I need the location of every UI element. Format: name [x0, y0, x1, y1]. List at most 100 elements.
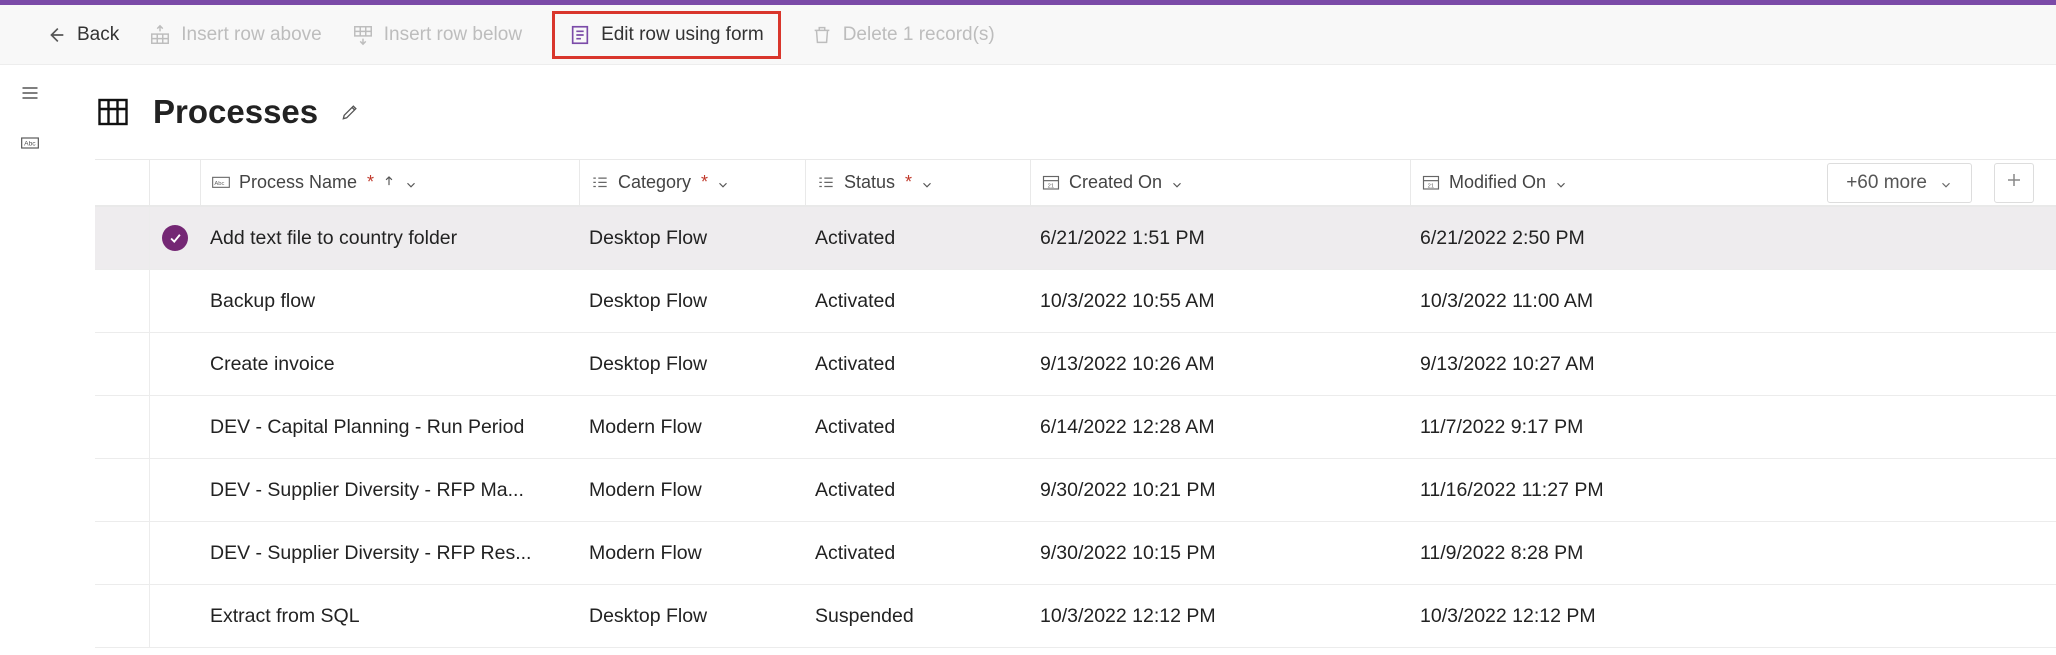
cell-status[interactable]: Activated — [805, 227, 1030, 250]
row-selector[interactable] — [150, 207, 200, 269]
add-column-button[interactable] — [1994, 163, 2034, 203]
row-selector[interactable] — [150, 396, 200, 458]
cell-modified-on[interactable]: 10/3/2022 12:12 PM — [1410, 605, 2056, 628]
cell-category[interactable]: Desktop Flow — [579, 605, 805, 628]
required-asterisk: * — [905, 172, 912, 193]
cell-created-on[interactable]: 10/3/2022 10:55 AM — [1030, 290, 1410, 313]
row-handle[interactable] — [95, 207, 150, 269]
chevron-down-icon[interactable] — [1554, 176, 1568, 190]
edit-title-icon[interactable] — [340, 102, 360, 122]
cell-category[interactable]: Modern Flow — [579, 416, 805, 439]
hamburger-icon[interactable] — [20, 83, 40, 103]
insert-row-above-button[interactable]: Insert row above — [149, 24, 321, 46]
back-button[interactable]: Back — [45, 24, 119, 46]
cell-created-on[interactable]: 6/21/2022 1:51 PM — [1030, 227, 1410, 250]
cell-status[interactable]: Activated — [805, 290, 1030, 313]
cell-modified-on[interactable]: 9/13/2022 10:27 AM — [1410, 353, 2056, 376]
cell-modified-on[interactable]: 11/7/2022 9:17 PM — [1410, 416, 2056, 439]
table-row[interactable]: DEV - Capital Planning - Run PeriodModer… — [95, 396, 2056, 459]
row-selector[interactable] — [150, 270, 200, 332]
delete-records-button[interactable]: Delete 1 record(s) — [811, 24, 995, 46]
arrow-left-icon — [45, 24, 67, 46]
table-row[interactable]: Create invoiceDesktop FlowActivated9/13/… — [95, 333, 2056, 396]
chevron-down-icon[interactable] — [1170, 176, 1184, 190]
insert-above-icon — [149, 24, 171, 46]
table-row[interactable]: Add text file to country folderDesktop F… — [95, 207, 2056, 270]
cell-created-on[interactable]: 9/30/2022 10:15 PM — [1030, 542, 1410, 565]
delete-label: Delete 1 record(s) — [843, 24, 995, 46]
text-abc-icon[interactable]: Abc — [20, 133, 40, 153]
cell-category[interactable]: Modern Flow — [579, 479, 805, 502]
cell-modified-on[interactable]: 11/16/2022 11:27 PM — [1410, 479, 2056, 502]
row-selector[interactable] — [150, 522, 200, 584]
cell-category[interactable]: Desktop Flow — [579, 290, 805, 313]
table-row[interactable]: DEV - Supplier Diversity - RFP Res...Mod… — [95, 522, 2056, 585]
table-row[interactable]: Extract from SQLDesktop FlowSuspended10/… — [95, 585, 2056, 648]
cell-process-name[interactable]: DEV - Capital Planning - Run Period — [200, 416, 579, 439]
row-handle[interactable] — [95, 585, 150, 647]
cell-process-name[interactable]: DEV - Supplier Diversity - RFP Ma... — [200, 479, 579, 502]
cell-category[interactable]: Desktop Flow — [579, 353, 805, 376]
cell-created-on[interactable]: 10/3/2022 12:12 PM — [1030, 605, 1410, 628]
row-handle[interactable] — [95, 522, 150, 584]
insert-row-below-button[interactable]: Insert row below — [352, 24, 522, 46]
svg-text:21: 21 — [1048, 183, 1054, 189]
cell-process-name[interactable]: Create invoice — [200, 353, 579, 376]
calendar-icon: 21 — [1041, 174, 1061, 192]
cell-created-on[interactable]: 9/30/2022 10:21 PM — [1030, 479, 1410, 502]
row-handle[interactable] — [95, 270, 150, 332]
sort-asc-icon — [382, 172, 396, 193]
cell-process-name[interactable]: DEV - Supplier Diversity - RFP Res... — [200, 542, 579, 565]
table-icon — [95, 94, 131, 130]
column-modified-label: Modified On — [1449, 172, 1546, 193]
cell-process-name[interactable]: Add text file to country folder — [200, 227, 579, 250]
row-selector[interactable] — [150, 459, 200, 521]
row-handle[interactable] — [95, 396, 150, 458]
edit-row-form-button[interactable]: Edit row using form — [552, 11, 781, 59]
cell-category[interactable]: Desktop Flow — [579, 227, 805, 250]
chevron-down-icon[interactable] — [404, 176, 418, 190]
cell-process-name[interactable]: Extract from SQL — [200, 605, 579, 628]
cell-status[interactable]: Suspended — [805, 605, 1030, 628]
required-asterisk: * — [367, 172, 374, 193]
row-handle[interactable] — [95, 333, 150, 395]
chevron-down-icon[interactable] — [920, 176, 934, 190]
row-selector[interactable] — [150, 333, 200, 395]
cell-modified-on[interactable]: 10/3/2022 11:00 AM — [1410, 290, 2056, 313]
row-handle[interactable] — [95, 459, 150, 521]
cell-status[interactable]: Activated — [805, 416, 1030, 439]
insert-below-icon — [352, 24, 374, 46]
cell-modified-on[interactable]: 6/21/2022 2:50 PM — [1410, 227, 2056, 250]
calendar-icon: 21 — [1421, 174, 1441, 192]
cell-created-on[interactable]: 9/13/2022 10:26 AM — [1030, 353, 1410, 376]
cell-created-on[interactable]: 6/14/2022 12:28 AM — [1030, 416, 1410, 439]
row-drag-header — [95, 160, 150, 205]
chevron-down-icon[interactable] — [716, 176, 730, 190]
select-all-header[interactable] — [150, 160, 200, 205]
cell-process-name[interactable]: Backup flow — [200, 290, 579, 313]
cell-category[interactable]: Modern Flow — [579, 542, 805, 565]
column-header-name[interactable]: Abc Process Name * — [200, 160, 579, 205]
edit-form-label: Edit row using form — [601, 24, 764, 46]
svg-text:21: 21 — [1428, 183, 1434, 189]
column-header-created[interactable]: 21 Created On — [1030, 160, 1410, 205]
cell-modified-on[interactable]: 11/9/2022 8:28 PM — [1410, 542, 2056, 565]
column-created-label: Created On — [1069, 172, 1162, 193]
choice-field-icon — [590, 174, 610, 192]
table-row[interactable]: DEV - Supplier Diversity - RFP Ma...Mode… — [95, 459, 2056, 522]
choice-field-icon — [816, 174, 836, 192]
column-header-status[interactable]: Status * — [805, 160, 1030, 205]
table-row[interactable]: Backup flowDesktop FlowActivated10/3/202… — [95, 270, 2056, 333]
cell-status[interactable]: Activated — [805, 353, 1030, 376]
cell-status[interactable]: Activated — [805, 542, 1030, 565]
chevron-down-icon — [1939, 176, 1953, 190]
plus-icon — [2005, 171, 2023, 194]
row-selector[interactable] — [150, 585, 200, 647]
trash-icon — [811, 24, 833, 46]
more-columns-button[interactable]: +60 more — [1827, 163, 1972, 203]
cell-status[interactable]: Activated — [805, 479, 1030, 502]
svg-text:Abc: Abc — [214, 180, 224, 186]
text-field-icon: Abc — [211, 174, 231, 192]
column-header-category[interactable]: Category * — [579, 160, 805, 205]
column-name-label: Process Name — [239, 172, 357, 193]
